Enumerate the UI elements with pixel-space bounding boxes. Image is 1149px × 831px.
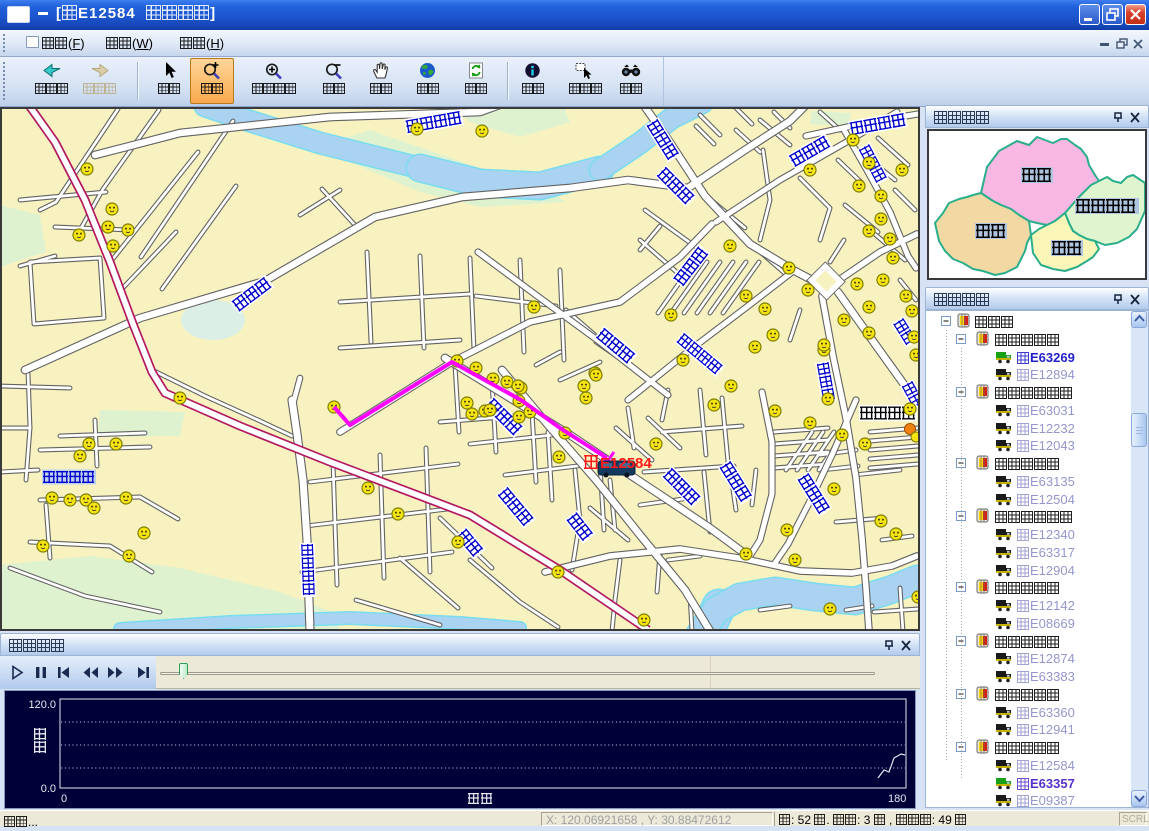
svg-text:120.0: 120.0: [28, 699, 56, 711]
svg-text:0.0: 0.0: [41, 783, 56, 795]
svg-text:E12584: E12584: [600, 455, 652, 472]
svg-text:180: 180: [888, 793, 906, 805]
svg-text:0: 0: [61, 793, 67, 805]
